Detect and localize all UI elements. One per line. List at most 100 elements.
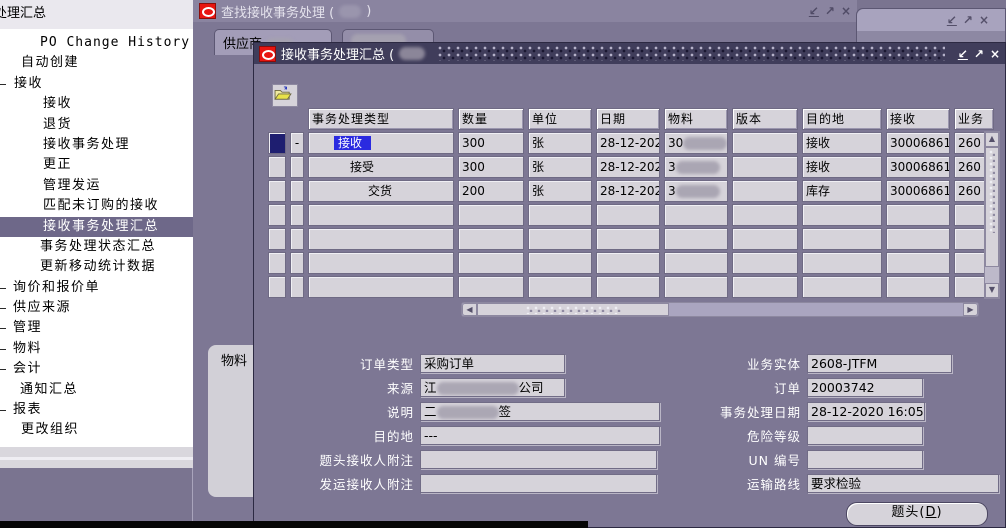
field-订单类型[interactable]: 采购订单 [420, 354, 565, 373]
field-题头接收人附注[interactable] [420, 450, 657, 469]
close-icon[interactable]: × [979, 14, 989, 26]
cell-receipt[interactable] [886, 252, 950, 274]
cell-dest[interactable]: 库存 [802, 180, 882, 202]
scroll-left-icon[interactable]: ◀ [462, 303, 477, 316]
field-事务处理日期[interactable]: 28-12-2020 16:05 [807, 402, 925, 421]
sidebar-item[interactable]: 匹配未订购的接收 [0, 196, 193, 216]
cell-qty[interactable]: 300 [458, 156, 524, 178]
cell-item[interactable]: 30 [664, 132, 728, 154]
cell-date[interactable]: 28-12-202 [596, 180, 660, 202]
cell-receipt[interactable]: 30006861 [886, 180, 950, 202]
cell-rev[interactable] [732, 132, 798, 154]
sidebar-item[interactable]: 供应来源 [0, 298, 193, 318]
column-header-type[interactable]: 事务处理类型 [308, 108, 454, 130]
row-expander[interactable] [290, 156, 304, 178]
sidebar-item[interactable]: 更新移动统计数据 [0, 257, 193, 277]
cell-qty[interactable]: 300 [458, 132, 524, 154]
row-selector[interactable] [268, 204, 286, 226]
row-expander[interactable] [290, 204, 304, 226]
column-header-dest[interactable]: 目的地 [802, 108, 882, 130]
cell-rev[interactable] [732, 228, 798, 250]
row-selector[interactable] [268, 180, 286, 202]
cell-date[interactable] [596, 252, 660, 274]
row-selector[interactable] [268, 156, 286, 178]
field-订单[interactable]: 20003742 [807, 378, 923, 397]
maximize-icon[interactable]: ↗ [963, 14, 973, 26]
row-selector[interactable] [268, 252, 286, 274]
cell-receipt[interactable]: 30006861 [886, 132, 950, 154]
cell-uom[interactable] [528, 228, 592, 250]
cell-type[interactable] [308, 276, 454, 298]
cell-type[interactable]: 交货 [308, 180, 454, 202]
cell-date[interactable]: 28-12-202 [596, 156, 660, 178]
cell-date[interactable] [596, 276, 660, 298]
header-button[interactable]: 题头(D) [846, 502, 988, 526]
column-header-item[interactable]: 物料 [664, 108, 728, 130]
cell-receipt[interactable] [886, 204, 950, 226]
cell-item[interactable]: 3 [664, 156, 728, 178]
row-expander[interactable] [290, 228, 304, 250]
cell-uom[interactable] [528, 252, 592, 274]
sidebar-item[interactable]: 接收 [0, 94, 193, 114]
sidebar-item[interactable]: 更改组织 [0, 420, 193, 440]
cell-item[interactable] [664, 252, 728, 274]
row-expander[interactable]: - [290, 132, 304, 154]
sidebar-item[interactable]: 物料 [0, 339, 193, 359]
field-运输路线[interactable]: 要求检验 [807, 474, 999, 493]
cell-rev[interactable] [732, 276, 798, 298]
cell-receipt[interactable] [886, 228, 950, 250]
column-header-rev[interactable]: 版本 [732, 108, 798, 130]
cell-qty[interactable] [458, 276, 524, 298]
scroll-right-icon[interactable]: ▶ [963, 303, 978, 316]
cell-uom[interactable]: 张 [528, 180, 592, 202]
row-selector[interactable] [268, 228, 286, 250]
field-危险等级[interactable] [807, 426, 923, 445]
cell-date[interactable]: 28-12-202 [596, 132, 660, 154]
cell-dest[interactable] [802, 228, 882, 250]
field-来源[interactable]: 江公司 [420, 378, 565, 397]
maximize-icon[interactable]: ↗ [825, 5, 835, 17]
minimize-icon[interactable]: ↙ [947, 14, 957, 26]
cell-item[interactable] [664, 276, 728, 298]
field-说明[interactable]: 二签 [420, 402, 660, 421]
field-UN 编号[interactable] [807, 450, 923, 469]
horizontal-scrollbar-thumb[interactable] [477, 303, 669, 316]
cell-uom[interactable] [528, 204, 592, 226]
sidebar-item[interactable]: 退货 [0, 115, 193, 135]
vertical-scrollbar[interactable]: ▲ ▼ [984, 131, 1000, 299]
cell-rev[interactable] [732, 180, 798, 202]
cell-item[interactable] [664, 204, 728, 226]
cell-dest[interactable]: 接收 [802, 156, 882, 178]
cell-dest[interactable]: 接收 [802, 132, 882, 154]
sidebar-item[interactable]: 管理发运 [0, 176, 193, 196]
sidebar-item[interactable]: 接收事务处理 [0, 135, 193, 155]
column-header-qty[interactable]: 数量 [458, 108, 524, 130]
column-header-org[interactable]: 业务 [954, 108, 994, 130]
sidebar-item[interactable]: 报表 [0, 400, 193, 420]
field-业务实体[interactable]: 2608-JTFM [807, 354, 952, 373]
field-发运接收人附注[interactable] [420, 474, 657, 493]
cell-dest[interactable] [802, 252, 882, 274]
cell-receipt[interactable]: 30006861 [886, 156, 950, 178]
cell-type[interactable] [308, 204, 454, 226]
cell-qty[interactable] [458, 204, 524, 226]
cell-rev[interactable] [732, 204, 798, 226]
cell-dest[interactable] [802, 204, 882, 226]
cell-type[interactable]: 接收 [308, 132, 454, 154]
scroll-up-icon[interactable]: ▲ [985, 132, 999, 147]
cell-receipt[interactable] [886, 276, 950, 298]
cell-qty[interactable]: 200 [458, 180, 524, 202]
close-icon[interactable]: × [841, 5, 851, 17]
row-expander[interactable] [290, 180, 304, 202]
cell-date[interactable] [596, 204, 660, 226]
cell-type[interactable]: 接受 [308, 156, 454, 178]
column-header-uom[interactable]: 单位 [528, 108, 592, 130]
sidebar-item[interactable]: 通知汇总 [0, 380, 193, 400]
sidebar-item[interactable]: PO Change History [0, 33, 193, 53]
row-selector[interactable] [268, 132, 286, 154]
row-selector[interactable] [268, 276, 286, 298]
vertical-scrollbar-thumb[interactable] [985, 147, 999, 267]
sidebar-item[interactable]: 会计 [0, 359, 193, 379]
scroll-down-icon[interactable]: ▼ [985, 283, 999, 298]
sidebar-item[interactable]: 事务处理状态汇总 [0, 237, 193, 257]
